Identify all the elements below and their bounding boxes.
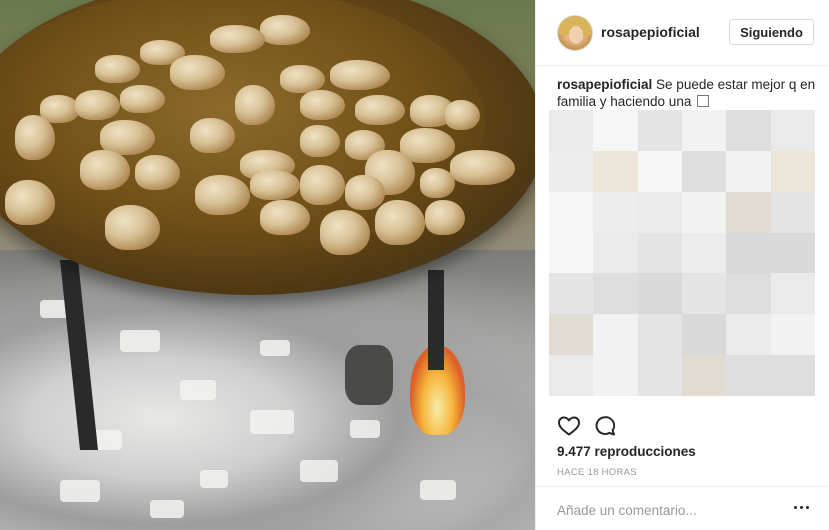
- caption-username[interactable]: rosapepioficial: [557, 77, 652, 92]
- comment-bar: [536, 486, 829, 530]
- comment-input[interactable]: [557, 499, 787, 521]
- header-username[interactable]: rosapepioficial: [601, 24, 700, 40]
- charcoal: [345, 345, 393, 405]
- heart-icon[interactable]: [557, 414, 581, 438]
- comment-bubble-icon[interactable]: [593, 414, 617, 438]
- more-options-icon[interactable]: [794, 503, 812, 513]
- post-header: rosapepioficial Siguiendo: [536, 0, 829, 66]
- post-caption: rosapepioficial Se puede estar mejor q e…: [557, 76, 819, 110]
- post-photo[interactable]: [0, 0, 535, 530]
- post-timestamp[interactable]: HACE 18 HORAS: [557, 467, 637, 478]
- following-button[interactable]: Siguiendo: [729, 19, 814, 45]
- post-sidebar: rosapepioficial Siguiendo rosapepioficia…: [535, 0, 829, 530]
- view-count[interactable]: 9.477 reproducciones: [557, 444, 696, 459]
- pan-stand-leg: [428, 270, 444, 370]
- missing-emoji-glyph: [697, 95, 710, 107]
- avatar[interactable]: [557, 15, 593, 51]
- pixelated-comments: [549, 110, 815, 396]
